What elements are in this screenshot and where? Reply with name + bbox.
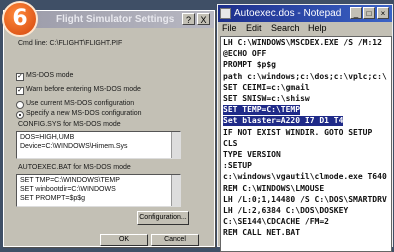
notepad-window: Autoexec.dos - Notepad _ □ × File Edit S… [217, 4, 393, 252]
notepad-icon [220, 8, 231, 19]
maximize-button[interactable]: □ [363, 7, 375, 19]
help-button[interactable]: ? [182, 13, 195, 25]
cmd-label: Cmd line: [18, 40, 48, 47]
text-line: TYPE VERSION [223, 150, 281, 159]
use-current-radio[interactable] [16, 101, 24, 109]
autoexec-label: AUTOEXEC.BAT for MS-DOS mode [18, 164, 131, 171]
text-line: PROMPT $p$g [223, 60, 276, 70]
autoexec-line: SET winbootdir=C:\WINDOWS [20, 186, 116, 193]
use-current-label: Use current MS-DOS configuration [26, 100, 135, 107]
step-badge: 6 [2, 1, 38, 37]
config-sys-line: Device=C:\WINDOWS\Himem.Sys [20, 143, 128, 150]
notepad-title: Autoexec.dos - Notepad [234, 8, 342, 19]
text-line: C:\SE144\CDCACHE /FM=2 [223, 217, 329, 227]
text-line: LH C:\WINDOWS\MSCDEX.EXE /S /M:12 [223, 38, 382, 47]
minimize-button[interactable]: _ [350, 7, 362, 19]
ok-button[interactable]: OK [100, 234, 148, 246]
text-line: c:\windows\vgautil\clmode.exe T640 [223, 172, 387, 182]
notepad-titlebar: Autoexec.dos - Notepad _ □ × [218, 5, 392, 22]
text-line: @ECHO OFF [223, 49, 267, 59]
msdos-settings-dialog: Flight Simulator Settings ? X Cmd line: … [3, 10, 215, 247]
menu-bar: File Edit Search Help [218, 22, 392, 35]
msdos-mode-label: MS-DOS mode [26, 72, 74, 79]
text-line: :SETUP [223, 161, 252, 171]
menu-edit[interactable]: Edit [246, 23, 262, 33]
text-line: REM CALL NET.BAT [223, 228, 301, 238]
close-button[interactable]: X [197, 13, 210, 25]
text-line: path c:\windows;c:\dos;c:\vplc;c:\ [223, 71, 387, 81]
autoexec-textbox[interactable]: SET TMP=C:\WINDOWS\TEMP SET winbootdir=C… [16, 174, 181, 207]
menu-search[interactable]: Search [271, 23, 300, 33]
config-sys-textbox[interactable]: DOS=HIGH,UMB Device=C:\WINDOWS\Himem.Sys [16, 131, 181, 159]
cmd-line: Cmd line: C:\FLIGHT\FLIGHT.PIF [18, 40, 122, 47]
autoexec-line: SET TMP=C:\WINDOWS\TEMP [20, 177, 120, 184]
text-line: SET CEIMI=c:\gmail [223, 82, 310, 92]
msdos-mode-checkbox[interactable]: ✓ [16, 73, 24, 81]
warn-label: Warn before entering MS-DOS mode [26, 86, 141, 93]
text-line: REM C:\WINDOWS\LMOUSE [223, 183, 325, 193]
text-line: LH /L:2,6384 C:\DOS\DOSKEY [223, 206, 349, 215]
autoexec-line: SET PROMPT=$p$g [20, 195, 86, 202]
configuration-button[interactable]: Configuration... [137, 211, 189, 225]
menu-help[interactable]: Help [308, 23, 327, 33]
notepad-text-area[interactable]: LH C:\WINDOWS\MSCDEX.EXE /S /M:12 @ECHO O… [220, 36, 392, 252]
config-sys-scrollbar[interactable] [171, 132, 180, 158]
specify-new-radio[interactable] [16, 111, 24, 119]
text-line: SET SNISW=c:\shisw [223, 94, 310, 103]
text-line: IF NOT EXIST WINDIR. GOTO SETUP [223, 127, 373, 137]
warn-checkbox[interactable]: ✓ [16, 87, 24, 95]
config-sys-line: DOS=HIGH,UMB [20, 134, 75, 141]
specify-new-label: Specify a new MS-DOS configuration [26, 110, 142, 117]
config-sys-label: CONFIG.SYS for MS-DOS mode [18, 121, 121, 128]
menu-file[interactable]: File [222, 23, 237, 33]
text-line: Set blaster=A220 I7 D1 T4 [223, 116, 344, 127]
cancel-button[interactable]: Cancel [151, 234, 199, 246]
text-line: SET TEMP=C:\TEMP [223, 105, 301, 116]
cmd-value: C:\FLIGHT\FLIGHT.PIF [49, 40, 123, 47]
notepad-close-button[interactable]: × [377, 7, 389, 19]
autoexec-scrollbar[interactable] [171, 175, 180, 206]
text-line: CLS [223, 138, 238, 148]
text-line: LH /L:0;1,14480 /S C:\DOS\SMARTDRV [223, 194, 387, 204]
